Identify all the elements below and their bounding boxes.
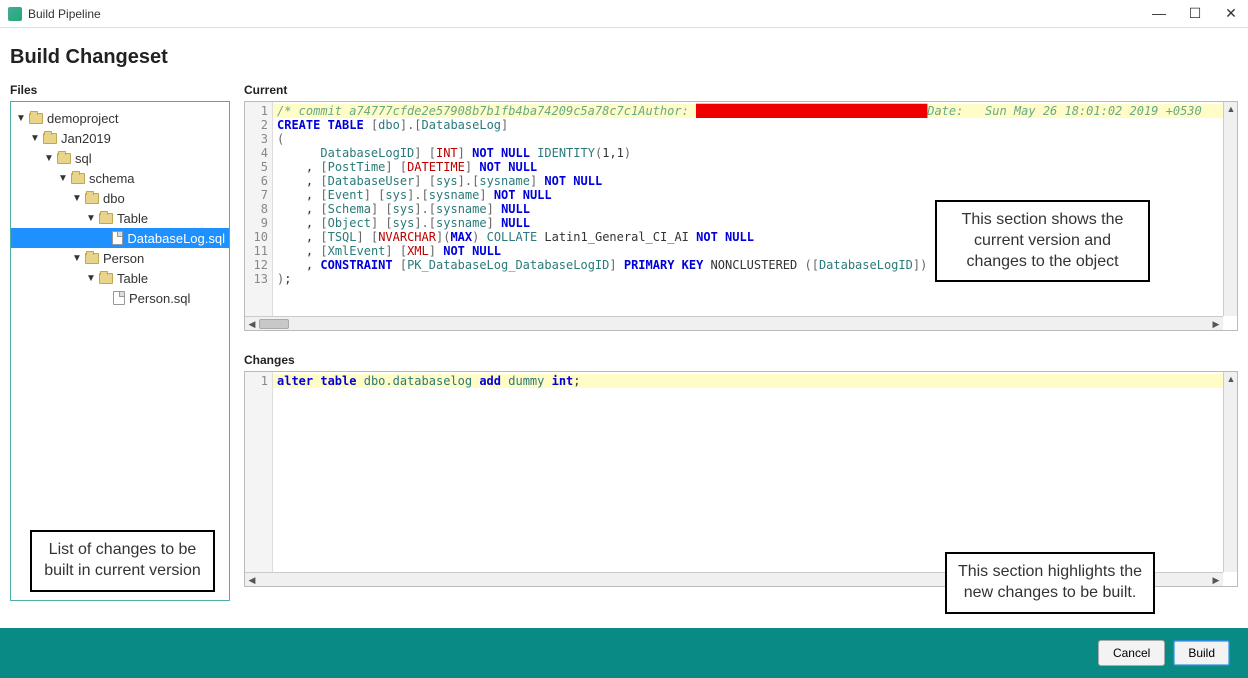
line-number: 4 (245, 146, 272, 160)
build-button[interactable]: Build (1173, 640, 1230, 666)
tree-item-label: Person (103, 251, 144, 266)
tree-folder[interactable]: ▼ dbo (11, 188, 229, 208)
tree-item-label: dbo (103, 191, 125, 206)
expand-caret-icon[interactable]: ▼ (71, 253, 83, 264)
expand-caret-icon[interactable]: ▼ (43, 153, 55, 164)
files-label: Files (10, 83, 230, 97)
tree-item-label: Table (117, 211, 148, 226)
folder-icon (99, 213, 113, 224)
scroll-left-icon[interactable]: ◀ (245, 573, 259, 587)
line-number: 3 (245, 132, 272, 146)
tree-item-label: DatabaseLog.sql (127, 231, 225, 246)
annotation-current: This section shows the current version a… (935, 200, 1150, 282)
tree-folder[interactable]: ▼ sql (11, 148, 229, 168)
tree-folder[interactable]: ▼ Table (11, 208, 229, 228)
cancel-button[interactable]: Cancel (1098, 640, 1165, 666)
code-line[interactable]: , [PostTime] [DATETIME] NOT NULL (273, 160, 1223, 174)
line-number: 1 (245, 374, 272, 388)
expand-caret-icon[interactable]: ▼ (85, 213, 97, 224)
scroll-left-icon[interactable]: ◀ (245, 317, 259, 331)
folder-icon (71, 173, 85, 184)
tree-item-label: Jan2019 (61, 131, 111, 146)
tree-item-label: Table (117, 271, 148, 286)
line-number: 10 (245, 230, 272, 244)
line-number: 12 (245, 258, 272, 272)
line-number: 8 (245, 202, 272, 216)
annotation-changes: This section highlights the new changes … (945, 552, 1155, 614)
tree-folder[interactable]: ▼ demoproject (11, 108, 229, 128)
annotation-files: List of changes to be built in current v… (30, 530, 215, 592)
line-number: 2 (245, 118, 272, 132)
expand-caret-icon[interactable]: ▼ (29, 133, 41, 144)
scroll-up-icon[interactable]: ▲ (1224, 372, 1238, 386)
expand-caret-icon[interactable]: ▼ (85, 273, 97, 284)
scroll-right-icon[interactable]: ▶ (1209, 573, 1223, 587)
expand-caret-icon[interactable]: ▼ (71, 193, 83, 204)
tree-item-label: sql (75, 151, 92, 166)
scroll-thumb[interactable] (259, 319, 289, 329)
tree-folder[interactable]: ▼ Table (11, 268, 229, 288)
tree-item-label: Person.sql (129, 291, 190, 306)
vscrollbar[interactable]: ▲ (1223, 102, 1237, 316)
file-icon (112, 231, 123, 245)
maximize-button[interactable]: ☐ (1186, 5, 1204, 22)
expand-caret-icon[interactable]: ▼ (15, 113, 27, 124)
line-number: 11 (245, 244, 272, 258)
folder-icon (99, 273, 113, 284)
tree-folder[interactable]: ▼ Person (11, 248, 229, 268)
titlebar: Build Pipeline — ☐ ✕ (0, 0, 1248, 28)
scroll-up-icon[interactable]: ▲ (1224, 102, 1238, 116)
files-tree[interactable]: ▼ demoproject ▼ Jan2019 ▼ sql ▼ schema ▼ dbo ▼ Tabl… (10, 101, 230, 601)
tree-folder[interactable]: ▼ Jan2019 (11, 128, 229, 148)
changes-label: Changes (244, 353, 1238, 367)
folder-icon (57, 153, 71, 164)
current-label: Current (244, 83, 1238, 97)
tree-folder[interactable]: ▼ schema (11, 168, 229, 188)
folder-icon (43, 133, 57, 144)
window-title: Build Pipeline (28, 7, 1150, 21)
folder-icon (85, 253, 99, 264)
scroll-right-icon[interactable]: ▶ (1209, 317, 1223, 331)
app-icon (8, 7, 22, 21)
code-line[interactable]: DatabaseLogID] [INT] NOT NULL IDENTITY(1… (273, 146, 1223, 160)
folder-icon (85, 193, 99, 204)
close-button[interactable]: ✕ (1222, 5, 1240, 22)
footer: Cancel Build (0, 628, 1248, 678)
code-line[interactable]: CREATE TABLE [dbo].[DatabaseLog] (273, 118, 1223, 132)
hscrollbar[interactable]: ◀ ▶ (245, 316, 1223, 330)
code-line[interactable]: , [DatabaseUser] [sys].[sysname] NOT NUL… (273, 174, 1223, 188)
line-number: 1 (245, 104, 272, 118)
folder-icon (29, 113, 43, 124)
tree-item-label: schema (89, 171, 135, 186)
code-line[interactable]: ( (273, 132, 1223, 146)
tree-file[interactable]: DatabaseLog.sql (11, 228, 229, 248)
code-line[interactable]: /* commit a74777cfde2e57908b7b1fb4ba7420… (273, 104, 1223, 118)
page-title: Build Changeset (0, 28, 1248, 83)
window-controls: — ☐ ✕ (1150, 5, 1240, 22)
line-number: 6 (245, 174, 272, 188)
tree-item-label: demoproject (47, 111, 119, 126)
file-icon (113, 291, 125, 305)
line-number: 9 (245, 216, 272, 230)
line-number: 13 (245, 272, 272, 286)
line-number: 7 (245, 188, 272, 202)
expand-caret-icon[interactable]: ▼ (57, 173, 69, 184)
tree-file[interactable]: Person.sql (11, 288, 229, 308)
vscrollbar[interactable]: ▲ (1223, 372, 1237, 572)
code-line[interactable]: alter table dbo.databaselog add dummy in… (273, 374, 1223, 388)
line-number: 5 (245, 160, 272, 174)
minimize-button[interactable]: — (1150, 5, 1168, 22)
